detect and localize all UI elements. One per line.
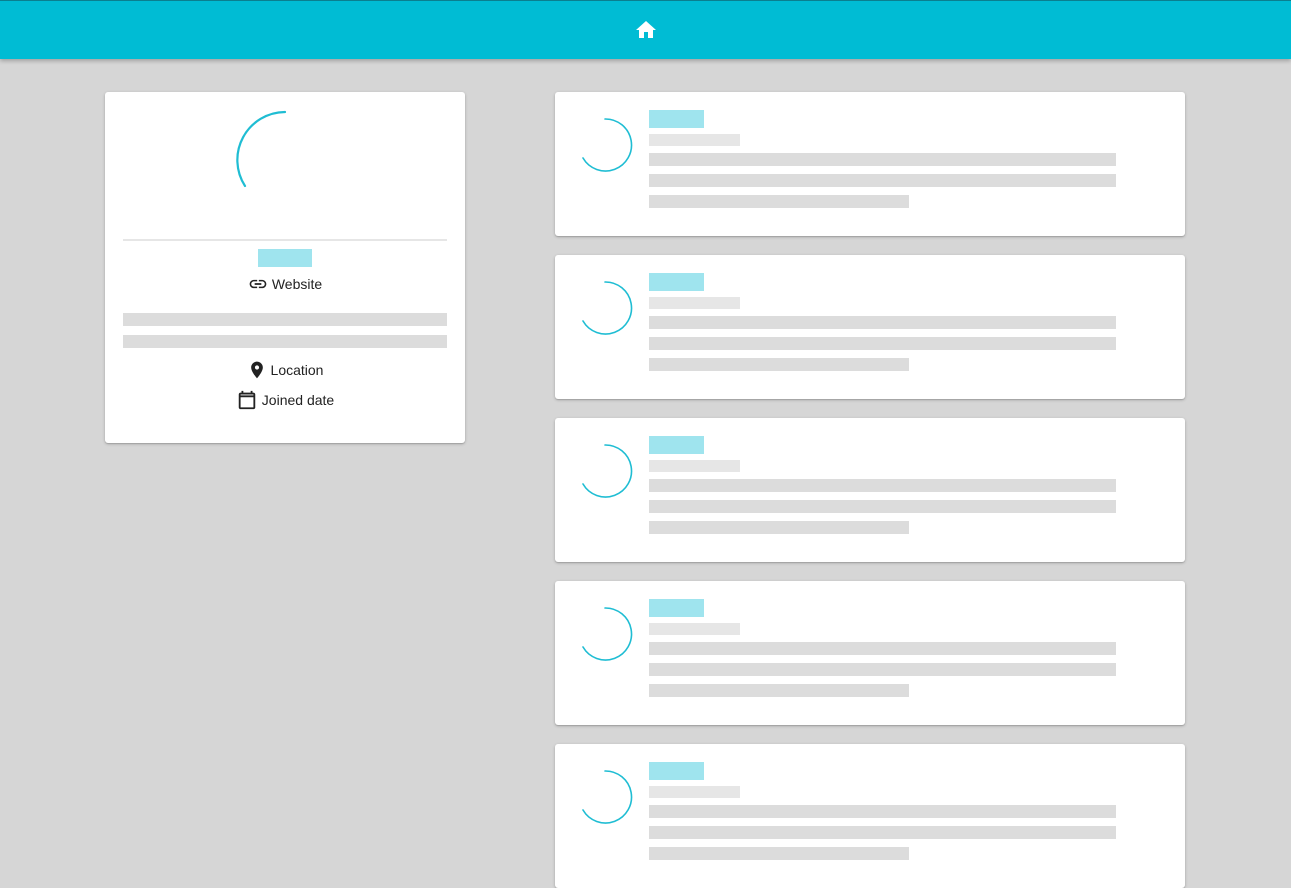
post-subtitle-skeleton [649, 786, 740, 798]
post-card-skeleton [555, 744, 1185, 888]
post-body-skeleton-line [649, 174, 1116, 187]
website-label: Website [271, 276, 323, 292]
post-avatar-spinner [582, 770, 633, 824]
post-avatar-spinner [582, 281, 633, 335]
home-button[interactable] [626, 10, 666, 50]
profile-card: Website Location Joined date [105, 92, 465, 443]
post-avatar-spinner [582, 444, 633, 498]
post-title-skeleton [649, 273, 704, 291]
location-row: Location [105, 359, 465, 381]
website-link[interactable]: Website [105, 274, 465, 294]
post-subtitle-skeleton [649, 623, 740, 635]
bio-skeleton-line [123, 335, 447, 348]
post-body-skeleton-line [649, 805, 1116, 818]
post-title-skeleton [649, 762, 704, 780]
post-body-skeleton-line [649, 684, 909, 697]
post-card-skeleton [555, 255, 1185, 399]
post-avatar-spinner [582, 607, 633, 661]
post-body-skeleton-line [649, 642, 1116, 655]
home-icon [635, 21, 656, 38]
joined-date-row: Joined date [105, 389, 465, 411]
post-body-skeleton-line [649, 337, 1116, 350]
post-subtitle-skeleton [649, 297, 740, 309]
calendar-icon [236, 389, 258, 411]
post-card-skeleton [555, 92, 1185, 236]
post-subtitle-skeleton [649, 460, 740, 472]
avatar-loading-spinner [236, 110, 287, 188]
profile-name-skeleton [258, 249, 312, 267]
post-card-skeleton [555, 581, 1185, 725]
post-subtitle-skeleton [649, 134, 740, 146]
joined-date-label: Joined date [261, 392, 335, 408]
post-title-skeleton [649, 436, 704, 454]
post-avatar-spinner [582, 118, 633, 172]
post-body-skeleton-line [649, 358, 909, 371]
post-body-skeleton-line [649, 316, 1116, 329]
bio-skeleton-line [123, 313, 447, 326]
link-icon [248, 274, 268, 294]
location-pin-icon [247, 360, 267, 380]
post-body-skeleton-line [649, 153, 1116, 166]
app-bar [0, 0, 1291, 59]
post-body-skeleton-line [649, 663, 1116, 676]
location-label: Location [270, 362, 324, 378]
post-title-skeleton [649, 110, 704, 128]
post-body-skeleton-line [649, 195, 909, 208]
post-title-skeleton [649, 599, 704, 617]
post-body-skeleton-line [649, 500, 1116, 513]
post-body-skeleton-line [649, 479, 1116, 492]
post-body-skeleton-line [649, 847, 909, 860]
post-card-skeleton [555, 418, 1185, 562]
post-body-skeleton-line [649, 826, 1116, 839]
profile-divider [123, 239, 447, 241]
post-body-skeleton-line [649, 521, 909, 534]
